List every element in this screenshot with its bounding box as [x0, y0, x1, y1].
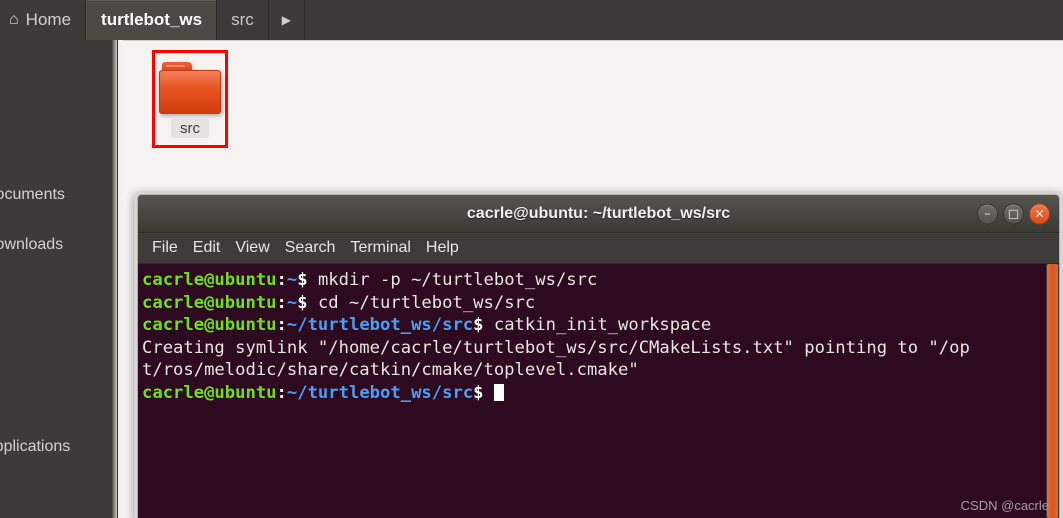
breadcrumb-overflow-arrow-icon[interactable]: ▶ — [269, 0, 305, 40]
breadcrumb-label: src — [231, 10, 254, 29]
prompt-path: ~ — [286, 292, 298, 313]
sidebar-item-downloads[interactable]: Downloads — [0, 234, 69, 256]
terminal-command: cd ~/turtlebot_ws/src — [317, 292, 536, 313]
minimize-icon: – — [984, 206, 991, 221]
close-icon: × — [1034, 206, 1045, 221]
menu-file[interactable]: File — [152, 239, 178, 257]
prompt-user: cacrle@ubuntu — [142, 315, 277, 336]
terminal-output-text: Creating symlink "/home/cacrle/turtlebot… — [142, 337, 970, 358]
menu-search[interactable]: Search — [285, 239, 336, 257]
menu-view[interactable]: View — [235, 239, 269, 257]
terminal-line: cacrle@ubuntu:~$ mkdir -p ~/turtlebot_ws… — [142, 269, 1059, 292]
terminal-line: t/ros/melodic/share/catkin/cmake/topleve… — [142, 359, 1059, 382]
sidebar: Documents Downloads Applications — [0, 40, 118, 518]
sidebar-item-label: Applications — [0, 438, 71, 455]
terminal-line: cacrle@ubuntu:~/turtlebot_ws/src$ — [142, 382, 1059, 405]
prompt-separator: : — [276, 270, 287, 290]
breadcrumb-item-home[interactable]: ⌂ Home — [0, 0, 87, 40]
terminal-line: cacrle@ubuntu:~/turtlebot_ws/src$ catkin… — [142, 314, 1059, 337]
prompt-separator: : — [276, 382, 287, 403]
prompt-user: cacrle@ubuntu — [142, 382, 277, 403]
prompt-path: ~/turtlebot_ws/src — [286, 382, 474, 403]
breadcrumb-item-src[interactable]: src — [217, 0, 269, 40]
breadcrumb-item-turtlebot-ws[interactable]: turtlebot_ws — [86, 0, 218, 40]
terminal-body[interactable]: cacrle@ubuntu:~$ mkdir -p ~/turtlebot_ws… — [138, 264, 1059, 518]
menu-terminal[interactable]: Terminal — [350, 239, 410, 257]
prompt-dollar: $ — [473, 315, 494, 336]
sidebar-item-applications[interactable]: Applications — [0, 436, 76, 458]
minimize-button[interactable]: – — [977, 203, 998, 224]
breadcrumb-home-label: Home — [25, 10, 72, 29]
folder-icon — [159, 62, 221, 114]
menu-help[interactable]: Help — [426, 239, 459, 257]
terminal-scrollbar[interactable] — [1046, 264, 1059, 518]
breadcrumb-label: turtlebot_ws — [101, 10, 203, 29]
list-item-label: src — [171, 119, 209, 138]
sidebar-item-label: Documents — [0, 186, 65, 203]
sidebar-divider — [112, 40, 117, 518]
sidebar-item-label: Downloads — [0, 236, 64, 253]
terminal-command: catkin_init_workspace — [493, 315, 712, 336]
terminal-command: mkdir -p ~/turtlebot_ws/src — [317, 270, 598, 290]
prompt-separator: : — [276, 315, 287, 336]
prompt-dollar: $ — [297, 292, 318, 313]
prompt-dollar: $ — [473, 382, 494, 403]
prompt-user: cacrle@ubuntu — [142, 270, 277, 290]
chevron-right-icon: ▶ — [281, 13, 291, 27]
terminal-output-text: t/ros/melodic/share/catkin/cmake/topleve… — [142, 360, 639, 381]
terminal-window: cacrle@ubuntu: ~/turtlebot_ws/src – □ × … — [134, 191, 1063, 518]
terminal-title: cacrle@ubuntu: ~/turtlebot_ws/src — [466, 204, 731, 222]
prompt-user: cacrle@ubuntu — [142, 292, 277, 313]
terminal-output: cacrle@ubuntu:~$ mkdir -p ~/turtlebot_ws… — [138, 264, 1059, 405]
terminal-cursor — [493, 383, 504, 401]
menu-edit[interactable]: Edit — [193, 239, 221, 257]
watermark: CSDN @cacrle — [960, 498, 1049, 513]
terminal-menubar: File Edit View Search Terminal Help — [138, 233, 1059, 264]
maximize-button[interactable]: □ — [1003, 203, 1024, 224]
sidebar-item-documents[interactable]: Documents — [0, 184, 71, 206]
list-item[interactable]: src — [144, 51, 236, 157]
maximize-icon: □ — [1007, 206, 1020, 221]
terminal-titlebar[interactable]: cacrle@ubuntu: ~/turtlebot_ws/src – □ × — [138, 195, 1059, 233]
close-button[interactable]: × — [1029, 203, 1050, 224]
prompt-path: ~ — [286, 270, 298, 290]
terminal-line: cacrle@ubuntu:~$ cd ~/turtlebot_ws/src — [142, 292, 1059, 315]
prompt-separator: : — [276, 292, 287, 313]
scrollbar-thumb[interactable] — [1047, 264, 1058, 518]
prompt-path: ~/turtlebot_ws/src — [286, 315, 474, 336]
home-icon: ⌂ — [9, 11, 19, 28]
terminal-line: Creating symlink "/home/cacrle/turtlebot… — [142, 337, 1059, 360]
prompt-dollar: $ — [297, 270, 318, 290]
breadcrumb: ⌂ Home turtlebot_ws src ▶ — [0, 0, 1063, 40]
window-controls: – □ × — [977, 203, 1050, 224]
